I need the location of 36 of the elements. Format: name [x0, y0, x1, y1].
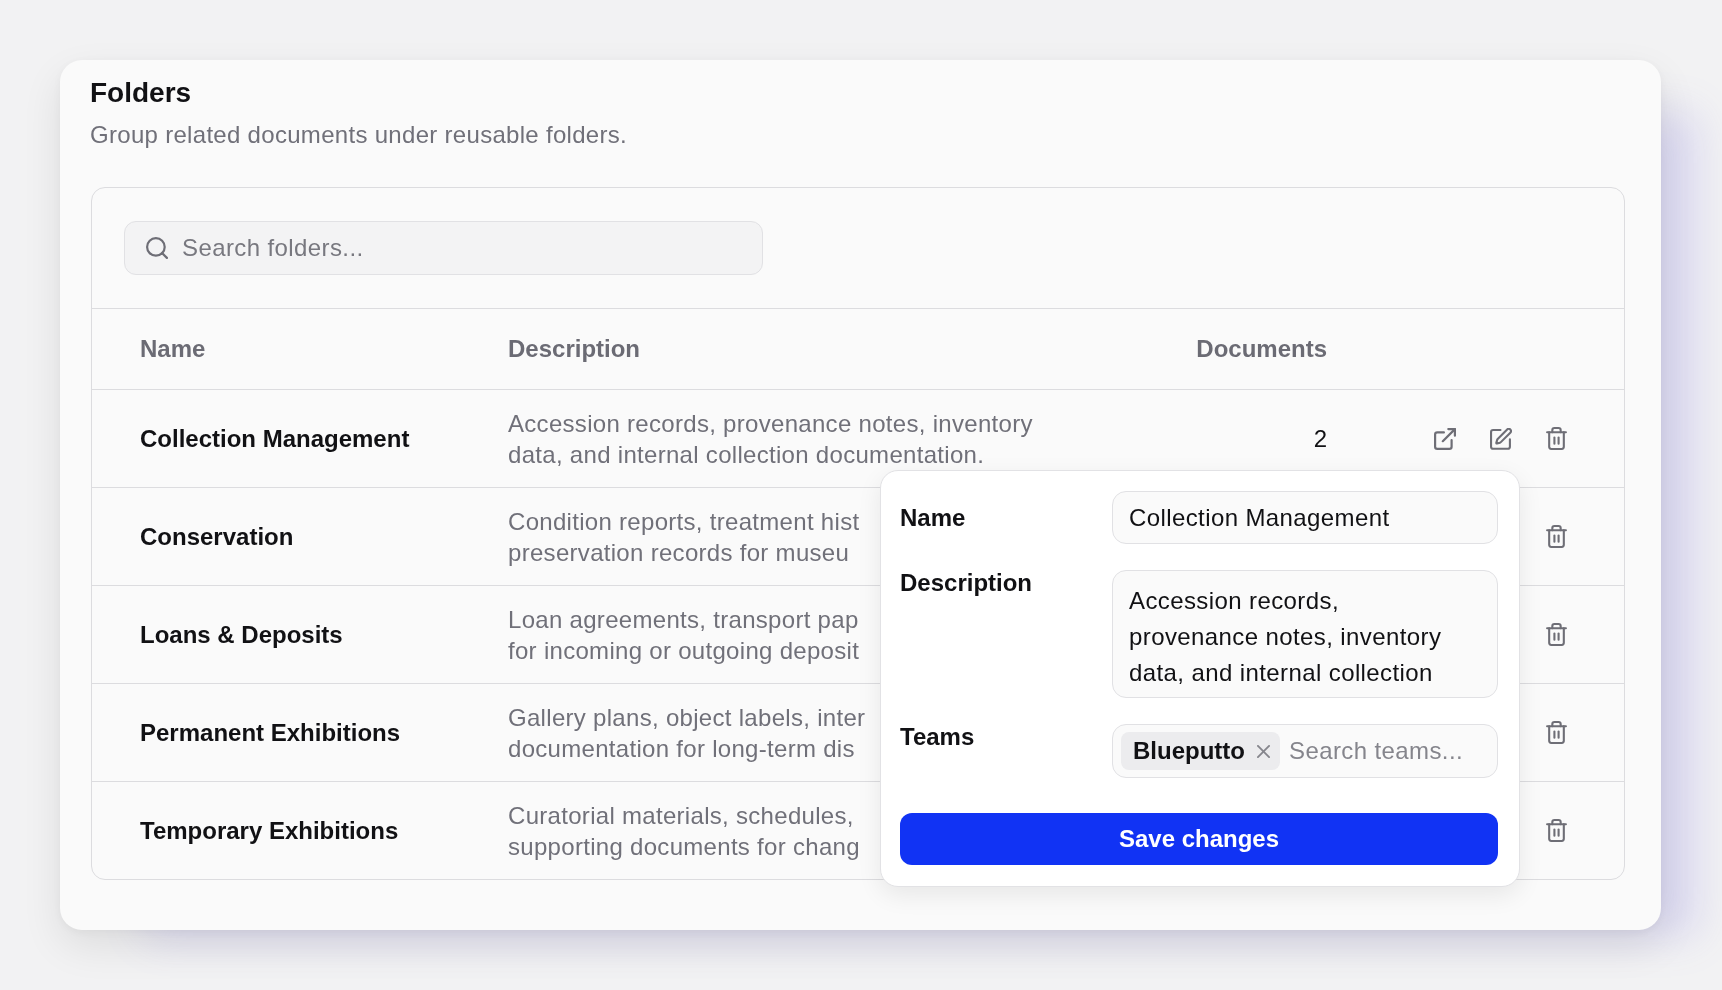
field-label: Description — [900, 570, 1033, 596]
page-title: Folders — [90, 76, 193, 110]
save-button[interactable]: Save changes — [900, 813, 1498, 865]
folder-description: Loan agreements, transport pap for incoming or outgoing deposit — [508, 604, 860, 666]
folder-description: Curatorial materials, schedules, supporting documents for chang — [508, 800, 860, 862]
folder-description: Condition reports, treatment hist preservation records for museu — [508, 506, 860, 568]
folder-name: Loans & Deposits — [140, 620, 343, 649]
pencil-square-icon[interactable] — [1490, 427, 1512, 450]
search-input[interactable]: Search folders... — [182, 234, 744, 262]
tag-label: Blueputto — [1133, 737, 1245, 765]
search-field[interactable]: Search folders... — [124, 221, 763, 275]
folder-description: Accession records, provenance notes, inventory data, and internal collection documentation. — [508, 408, 1033, 470]
folder-description: Gallery plans, object labels, inter documentation for long-term dis — [508, 702, 866, 764]
folder-name: Conservation — [140, 522, 294, 551]
external-link-icon[interactable] — [1434, 427, 1456, 450]
description-textarea[interactable]: Accession records, provenance notes, inventory data, and internal collection — [1112, 570, 1498, 698]
document-count: 2 — [1313, 424, 1327, 453]
teams-field[interactable]: Blueputto Search teams... — [1112, 724, 1498, 778]
column-header: Description — [508, 335, 641, 363]
trash-icon[interactable] — [1546, 525, 1567, 548]
column-header: Name — [140, 335, 206, 363]
trash-icon[interactable] — [1546, 819, 1567, 842]
column-header: Documents — [1196, 335, 1327, 363]
team-search-input[interactable]: Search teams... — [1289, 737, 1489, 765]
folder-name: Temporary Exhibitions — [140, 816, 399, 845]
trash-icon[interactable] — [1546, 623, 1567, 646]
field-label: Teams — [900, 724, 975, 750]
search-icon — [146, 237, 168, 259]
field-label: Name — [900, 504, 966, 531]
trash-icon[interactable] — [1546, 427, 1567, 450]
folder-name: Permanent Exhibitions — [140, 718, 401, 747]
folder-name: Collection Management — [140, 424, 410, 453]
page-subtitle: Group related documents under reusable folders. — [90, 120, 629, 150]
name-input[interactable]: Collection Management — [1112, 491, 1498, 544]
trash-icon[interactable] — [1546, 721, 1567, 744]
close-icon[interactable] — [1257, 744, 1270, 758]
